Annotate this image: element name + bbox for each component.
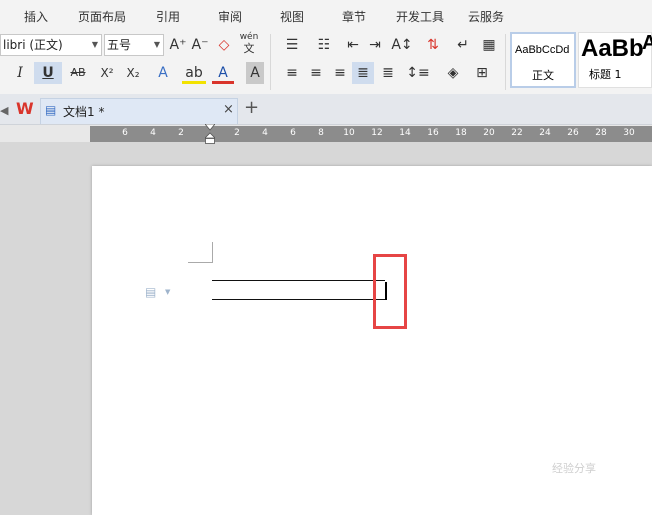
ruler-tick: 8	[318, 128, 324, 138]
chevron-down-icon[interactable]: ▼	[165, 288, 170, 296]
ruler-tick: 18	[455, 128, 467, 138]
sort-icon[interactable]: ⇅	[422, 34, 444, 56]
text-effect-icon[interactable]: A	[152, 62, 174, 84]
underline-button[interactable]: U	[34, 62, 62, 84]
ruler-tick: 4	[262, 128, 268, 138]
ruler-tick: 10	[343, 128, 355, 138]
ruler-tick: 28	[595, 128, 607, 138]
style-normal-preview: AaBbCcDd	[515, 44, 570, 56]
close-icon[interactable]: ×	[223, 102, 234, 117]
ruler-tick: 22	[511, 128, 523, 138]
menu-insert[interactable]: 插入	[24, 8, 48, 25]
phonetic-guide-button[interactable]: wén 文	[238, 32, 260, 54]
menu-cloud[interactable]: 云服务	[468, 8, 504, 25]
ruler-tick: 30	[623, 128, 635, 138]
ruler-tick: 2	[234, 128, 240, 138]
indent-marker[interactable]	[204, 123, 216, 144]
border-icon[interactable]: ⊞	[470, 62, 494, 84]
ruler-tick: 12	[371, 128, 383, 138]
tab-title: 文档1 *	[63, 105, 105, 119]
menu-developer[interactable]: 开发工具	[396, 8, 444, 25]
ruler-tick: 6	[290, 128, 296, 138]
tab-document[interactable]: ▤ 文档1 * ×	[40, 98, 238, 124]
ruler-tick: 26	[567, 128, 579, 138]
watermark: 经验分享	[552, 462, 596, 475]
menu-bar: 插入 页面布局 引用 审阅 视图 章节 开发工具 云服务	[0, 0, 652, 30]
style-heading-1[interactable]: AaBb 标题 1	[578, 32, 652, 88]
align-center-icon[interactable]: ≡	[306, 62, 326, 84]
horizontal-ruler[interactable]: 6 4 2 2 4 6 8 10 12 14 16 18 20 22 24 26…	[90, 126, 652, 142]
subscript-button[interactable]: X₂	[122, 62, 144, 84]
bullet-list-icon[interactable]: ☰	[280, 34, 304, 56]
align-left-icon[interactable]: ≡	[282, 62, 302, 84]
highlight-icon[interactable]: ab	[182, 62, 206, 84]
italic-button[interactable]: I	[10, 62, 30, 84]
decrease-indent-icon[interactable]: ⇤	[344, 34, 362, 56]
ruler-tick: 2	[178, 128, 184, 138]
divider	[505, 34, 506, 90]
style-heading1-preview: AaBb	[581, 35, 644, 62]
menu-view[interactable]: 视图	[280, 8, 304, 25]
margin-corner-mark	[188, 242, 213, 263]
font-size-select[interactable]: 五号 ▼	[104, 34, 164, 56]
style-normal-label: 正文	[532, 69, 554, 82]
style-normal[interactable]: AaBbCcDd 正文	[510, 32, 576, 88]
chevron-down-icon: ▼	[91, 40, 98, 49]
ruler-tick: 14	[399, 128, 411, 138]
tab-scroll-left-icon[interactable]: ◀	[0, 104, 8, 117]
font-name-select[interactable]: libri (正文) ▼	[0, 34, 102, 56]
grow-font-button[interactable]: A⁺	[168, 34, 188, 56]
phonetic-char: 文	[243, 42, 255, 55]
ruler-tick: 20	[483, 128, 495, 138]
ruler-tick: 16	[427, 128, 439, 138]
font-size-value: 五号	[107, 38, 132, 52]
strikethrough-button[interactable]: AB	[64, 62, 92, 84]
text-underline-bottom	[212, 299, 385, 300]
style-heading-2[interactable]: A	[642, 32, 652, 55]
justify-icon[interactable]: ≣	[352, 62, 374, 84]
distribute-icon[interactable]: ≣	[378, 62, 398, 84]
highlight-box	[373, 254, 407, 329]
menu-review[interactable]: 审阅	[218, 8, 242, 25]
menu-chapter[interactable]: 章节	[342, 8, 366, 25]
paragraph-mark-icon[interactable]: ↵	[452, 34, 474, 56]
menu-references[interactable]: 引用	[156, 8, 180, 25]
font-color-icon[interactable]: A	[212, 62, 234, 84]
align-right-icon[interactable]: ≡	[330, 62, 350, 84]
divider	[270, 34, 271, 90]
superscript-button[interactable]: X²	[96, 62, 118, 84]
shading-icon[interactable]: ◈	[440, 62, 466, 84]
wps-logo-icon[interactable]: W	[16, 99, 34, 118]
char-shading-icon[interactable]: A	[246, 62, 264, 84]
ribbon: libri (正文) ▼ 五号 ▼ A⁺ A⁻ ◇ wén 文 ☰ ☷ ⇤ ⇥ …	[0, 30, 652, 95]
new-tab-button[interactable]: +	[244, 97, 259, 118]
underline-label: U	[42, 65, 54, 81]
line-spacing-icon[interactable]: ↕≡	[406, 62, 430, 84]
style-heading1-label: 标题 1	[589, 68, 622, 81]
text-underline-top	[212, 280, 385, 281]
increase-indent-icon[interactable]: ⇥	[366, 34, 384, 56]
text-direction-icon[interactable]: A↕	[390, 34, 414, 56]
chevron-down-icon: ▼	[153, 40, 160, 49]
document-icon: ▤	[45, 103, 57, 117]
table-icon[interactable]: ▦	[480, 34, 498, 56]
ruler-tick: 6	[122, 128, 128, 138]
shrink-font-button[interactable]: A⁻	[190, 34, 210, 56]
ruler-tick: 4	[150, 128, 156, 138]
font-name-value: libri (正文)	[3, 38, 63, 52]
clear-format-icon[interactable]: ◇	[214, 34, 234, 56]
ruler-tick: 24	[539, 128, 551, 138]
menu-page-layout[interactable]: 页面布局	[78, 8, 126, 25]
numbered-list-icon[interactable]: ☷	[312, 34, 336, 56]
paragraph-layout-icon[interactable]: ▤	[145, 285, 156, 299]
